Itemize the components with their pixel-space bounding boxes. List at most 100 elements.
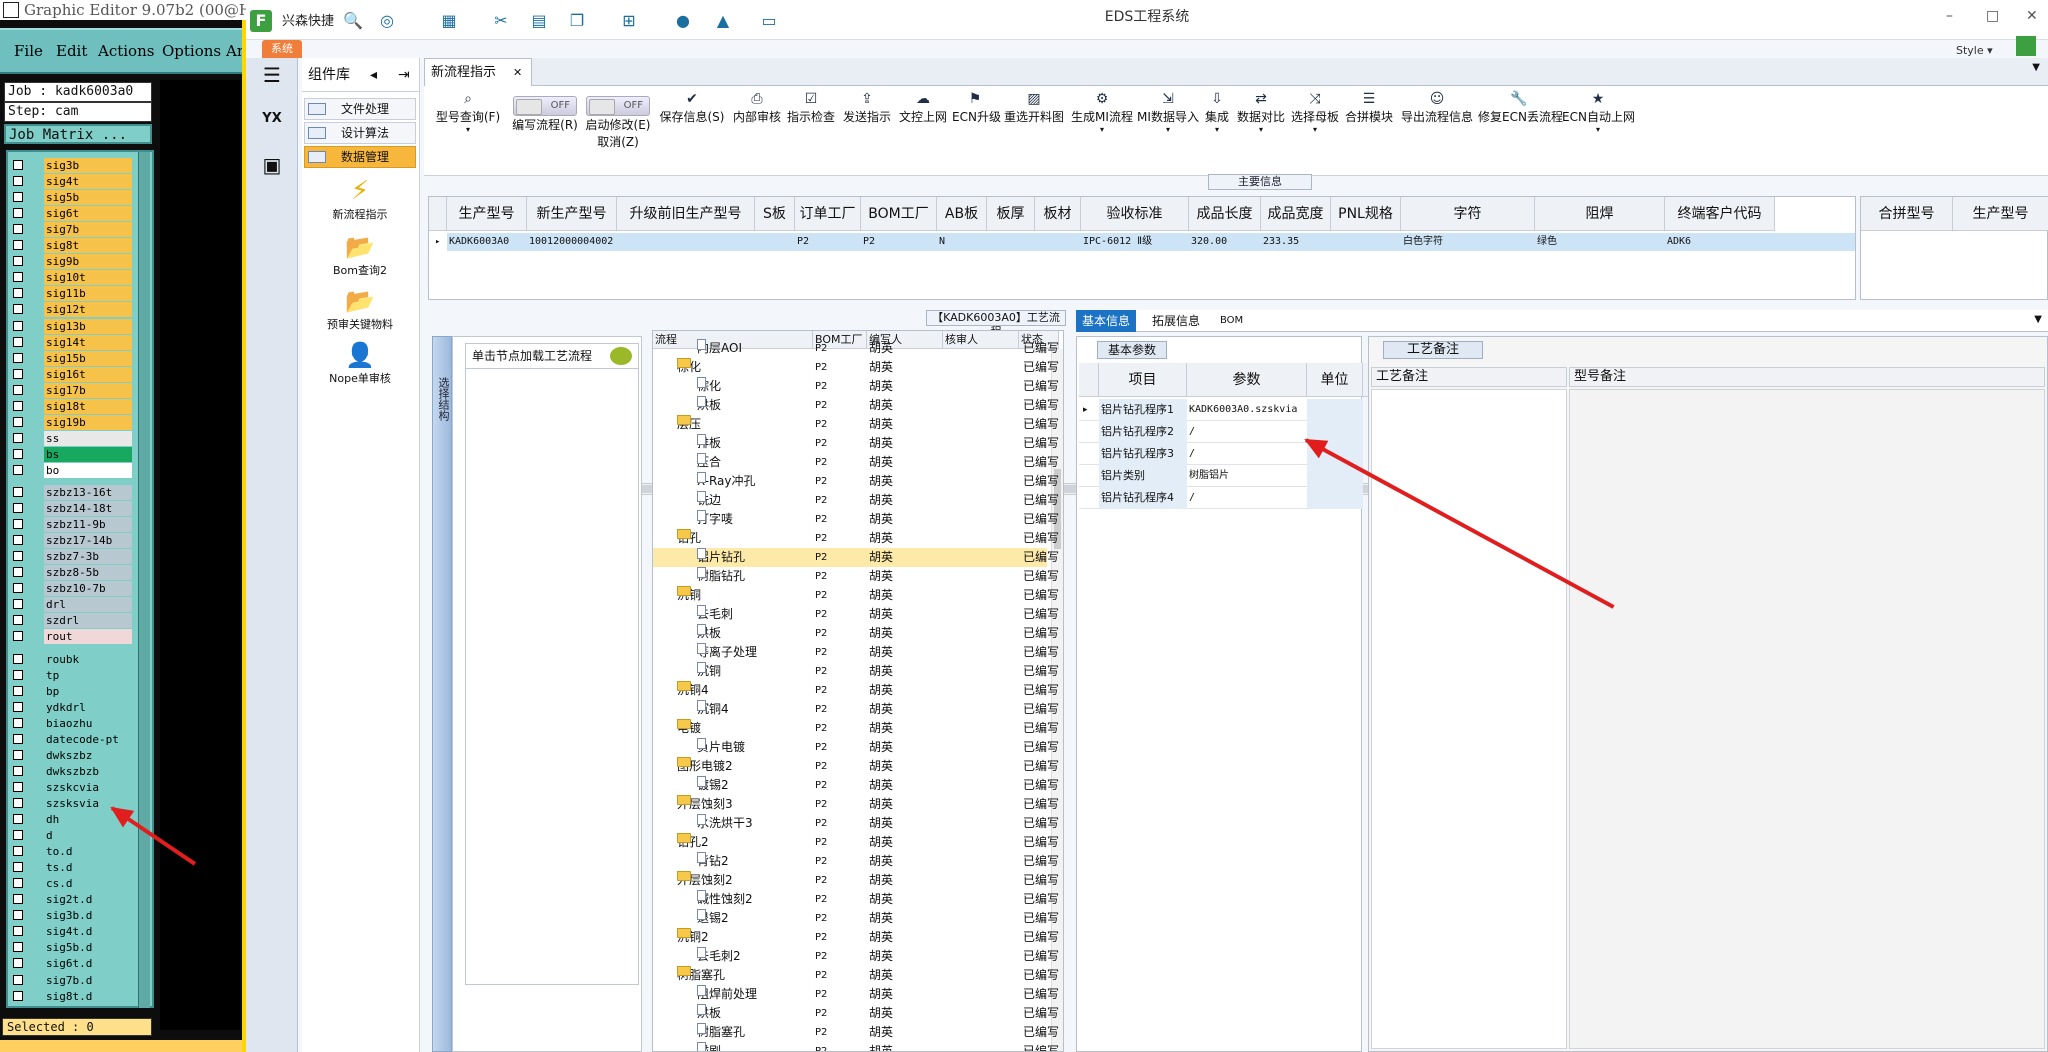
tree-node[interactable]: −钻孔 (677, 529, 813, 548)
close-button[interactable]: ✕ (2026, 8, 2038, 24)
param-col-header[interactable]: 项目 (1099, 363, 1187, 397)
tool-nope-review[interactable]: 👤 Nope单审核 (320, 340, 400, 386)
tab-new-flow[interactable]: 新流程指示 ✕ (424, 58, 532, 86)
layer-row[interactable]: sig18t (10, 398, 132, 414)
layer-name[interactable]: d (44, 828, 132, 844)
toolbar-button[interactable]: ⇪ 发送指示 (842, 90, 892, 125)
layer-name[interactable]: sig12t (44, 302, 132, 318)
tree-row[interactable]: 烘板 P2 胡英 已编写 (653, 624, 1059, 643)
layer-row[interactable]: sig16t (10, 366, 132, 382)
layer-row[interactable]: szbz17-14b (10, 533, 132, 549)
layer-name[interactable]: sig5b (44, 190, 132, 206)
detail-dropdown-icon[interactable]: ▼ (2034, 314, 2042, 325)
hamburger-menu-icon[interactable]: ☰ (257, 60, 287, 90)
grid-col-header[interactable]: 板材 (1035, 197, 1081, 231)
menu-file[interactable]: File (14, 42, 43, 60)
pin-icon[interactable]: ⇥ (398, 58, 410, 92)
tree-node[interactable]: 内层AOI (697, 339, 813, 358)
layer-row[interactable]: sig15b (10, 350, 132, 366)
layer-name[interactable]: sig2t.d (44, 892, 132, 908)
tree-row[interactable]: 压合 P2 胡英 已编写 (653, 453, 1059, 472)
tab-basic-info[interactable]: 基本信息 (1076, 310, 1137, 332)
grid-cell[interactable]: KADK6003A0 (447, 233, 527, 251)
param-row[interactable]: ▸铝片钻孔程序1KADK6003A0.szskviaY (1079, 399, 1377, 421)
tree-node[interactable]: 磁刷 (697, 1042, 813, 1051)
layer-checkbox[interactable] (13, 685, 23, 696)
layer-row[interactable]: sig6t.d (10, 956, 132, 972)
maximize-button[interactable]: □ (1986, 8, 1999, 24)
toolbar-button[interactable]: ⇩ 集成 ▾ (1202, 90, 1232, 134)
layer-row[interactable]: cs.d (10, 876, 132, 892)
param-value[interactable]: 树脂铝片 (1187, 465, 1307, 487)
tree-row[interactable]: −层压P2 胡英 已编写 (653, 415, 1059, 434)
layer-name[interactable]: sig13b (44, 318, 132, 334)
toolbar-button[interactable]: ⚑ ECN升级 (952, 90, 1001, 125)
layer-name[interactable]: sig18t (44, 398, 132, 414)
menu-options[interactable]: Options (162, 42, 221, 60)
layer-row[interactable]: sig17b (10, 382, 132, 398)
layer-name[interactable]: drl (44, 597, 132, 613)
layer-row[interactable]: sig4t.d (10, 924, 132, 940)
menu-actions[interactable]: Actions (98, 42, 154, 60)
layer-row[interactable]: sig3b (10, 158, 132, 173)
layer-name[interactable]: szbz17-14b (44, 533, 132, 549)
layer-checkbox[interactable] (13, 448, 23, 459)
grid-col-header[interactable]: 字符 (1401, 197, 1535, 231)
tree-row[interactable]: 铝片钻孔 P2 胡英 已编写 (653, 548, 1059, 567)
layer-row[interactable]: szdrl (10, 613, 132, 629)
layer-checkbox[interactable] (13, 416, 23, 427)
layer-name[interactable]: sig8t.d (44, 988, 132, 1004)
user-icon[interactable]: ● (672, 10, 694, 32)
layer-row[interactable]: sig19b (10, 414, 132, 430)
grid-cell[interactable]: 白色字符 (1401, 233, 1535, 251)
grid-col-header[interactable]: 成品宽度 (1261, 197, 1331, 231)
copy-icon[interactable]: ❐ (566, 10, 588, 32)
layer-name[interactable]: rout (44, 629, 132, 645)
layer-row[interactable]: sig7b (10, 222, 132, 238)
layer-checkbox[interactable] (13, 320, 23, 331)
tree-node[interactable]: −沉铜2 (677, 928, 813, 947)
param-col-header[interactable]: 参数 (1187, 363, 1307, 397)
tree-row[interactable]: −沉铜4P2 胡英 已编写 (653, 681, 1059, 700)
close-tab-icon[interactable]: ✕ (513, 59, 522, 87)
tree-row[interactable]: 退锡2 P2 胡英 已编写 (653, 909, 1059, 928)
layer-name[interactable]: szbz14-18t (44, 501, 132, 517)
grid-icon[interactable]: ⊞ (618, 10, 640, 32)
layer-checkbox[interactable] (13, 733, 23, 744)
layer-scrollbar[interactable] (138, 152, 150, 1008)
param-col-header[interactable]: 单位 (1307, 363, 1363, 397)
grid-cell[interactable]: P2 (861, 233, 937, 251)
layer-checkbox[interactable] (13, 240, 23, 251)
layer-row[interactable]: sig8t (10, 238, 132, 254)
layer-name[interactable]: sig8t (44, 238, 132, 254)
layer-name[interactable]: sig6t (44, 206, 132, 222)
dropdown-icon[interactable]: ▾ (1202, 125, 1232, 134)
layer-name[interactable]: sig4t.d (44, 924, 132, 940)
tab-extended-info[interactable]: 拓展信息 (1146, 310, 1206, 332)
layer-row[interactable]: szbz7-3b (10, 549, 132, 565)
toolbar-button[interactable]: ⇲ MI数据导入 ▾ (1136, 90, 1200, 134)
layer-name[interactable]: szbz11-9b (44, 517, 132, 533)
yx-factory-icon[interactable]: YX (257, 104, 287, 134)
layer-row[interactable]: drl (10, 597, 132, 613)
layer-row[interactable]: datecode-pt (10, 731, 132, 747)
tree-row[interactable]: −钻孔P2 胡英 已编写 (653, 529, 1059, 548)
tree-node[interactable]: 树脂钻孔 (697, 567, 813, 586)
model-remark-field[interactable] (1569, 389, 2045, 1049)
layer-name[interactable]: sig10t (44, 270, 132, 286)
toggle-switch[interactable]: OFF (586, 96, 650, 116)
tree-row[interactable]: 镀锡2 P2 胡英 已编写 (653, 776, 1059, 795)
layer-row[interactable]: szbz10-7b (10, 581, 132, 597)
layer-checkbox[interactable] (13, 862, 23, 873)
layer-name[interactable]: biaozhu (44, 715, 132, 731)
layer-checkbox[interactable] (13, 432, 23, 443)
tree-node[interactable]: 树脂塞孔 (697, 1023, 813, 1042)
toolbar-button[interactable]: ✔ 保存信息(S) (656, 90, 728, 125)
layer-row[interactable]: szbz11-9b (10, 517, 132, 533)
layer-name[interactable]: szbz13-16t (44, 485, 132, 500)
layer-checkbox[interactable] (13, 160, 23, 170)
layer-row[interactable]: to.d (10, 844, 132, 860)
layer-checkbox[interactable] (13, 653, 23, 664)
tree-row[interactable]: 等离子处理 P2 胡英 已编写 (653, 643, 1059, 662)
layer-name[interactable]: sig9b (44, 254, 132, 270)
